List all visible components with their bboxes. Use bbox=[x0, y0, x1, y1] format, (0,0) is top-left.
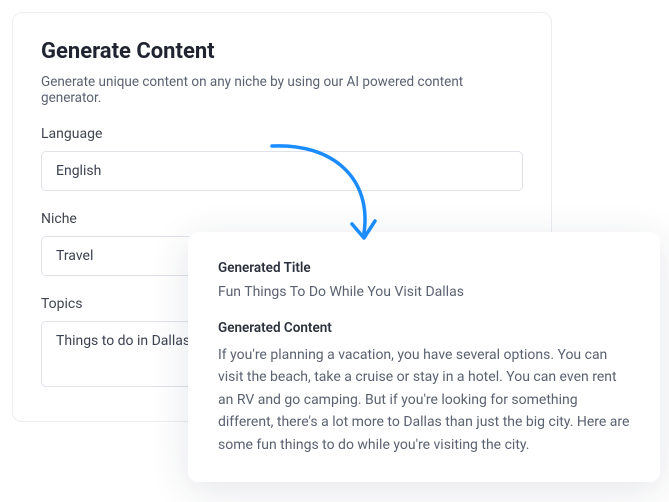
language-field-group: Language bbox=[41, 126, 523, 191]
generated-content-label: Generated Content bbox=[218, 320, 630, 336]
generated-title-value: Fun Things To Do While You Visit Dallas bbox=[218, 284, 630, 300]
page-title: Generate Content bbox=[41, 39, 523, 64]
niche-label: Niche bbox=[41, 211, 523, 227]
page-subtitle: Generate unique content on any niche by … bbox=[41, 74, 523, 106]
language-input[interactable] bbox=[41, 151, 523, 191]
generated-content-value: If you're planning a vacation, you have … bbox=[218, 344, 630, 456]
language-label: Language bbox=[41, 126, 523, 142]
generated-title-label: Generated Title bbox=[218, 260, 630, 276]
generated-result-card: Generated Title Fun Things To Do While Y… bbox=[188, 232, 660, 482]
